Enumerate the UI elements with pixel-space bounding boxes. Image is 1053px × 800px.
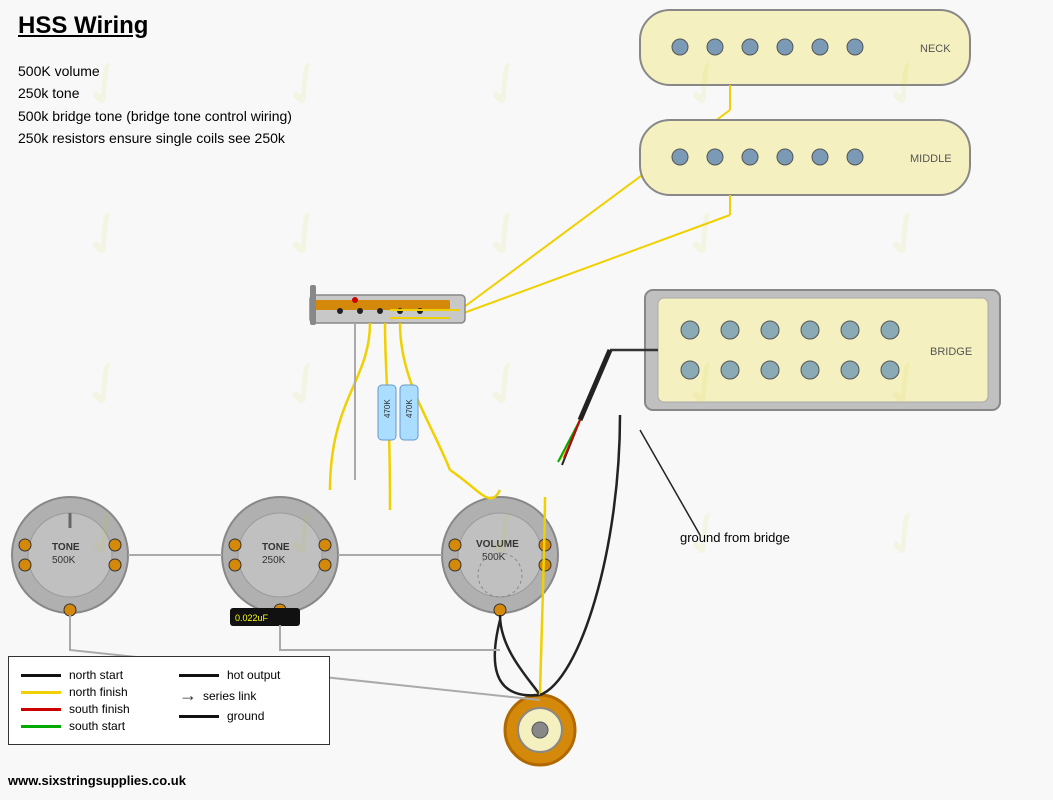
info-text: 500K volume 250k tone 500k bridge tone (… xyxy=(18,60,292,150)
info-line2: 250k tone xyxy=(18,82,292,104)
info-line1: 500K volume xyxy=(18,60,292,82)
north-start-line xyxy=(21,674,61,677)
page-title: HSS Wiring xyxy=(18,12,148,40)
legend-left: north start north finish south finish so… xyxy=(21,665,159,736)
ground-bridge-label: ground from bridge xyxy=(680,530,790,545)
info-line4: 250k resistors ensure single coils see 2… xyxy=(18,127,292,149)
svg-text:0.022uF: 0.022uF xyxy=(235,613,269,623)
north-start-label: north start xyxy=(69,668,159,682)
svg-text:TONE: TONE xyxy=(52,542,80,553)
legend-hot-output: hot output xyxy=(179,668,317,682)
svg-text:470K: 470K xyxy=(405,399,414,418)
legend-north-finish: north finish xyxy=(21,685,159,699)
north-finish-line xyxy=(21,691,61,694)
south-finish-label: south finish xyxy=(69,702,159,716)
legend: north start north finish south finish so… xyxy=(8,656,330,745)
legend-ground: ground xyxy=(179,709,317,723)
svg-text:VOLUME: VOLUME xyxy=(476,539,519,550)
svg-text:TONE: TONE xyxy=(262,542,290,553)
south-start-label: south start xyxy=(69,719,159,733)
legend-series-link: → series link xyxy=(179,685,317,706)
hot-output-label: hot output xyxy=(227,668,317,682)
south-start-line xyxy=(21,725,61,728)
svg-text:500K: 500K xyxy=(52,555,76,566)
svg-text:250K: 250K xyxy=(262,555,286,566)
legend-north-start: north start xyxy=(21,668,159,682)
south-finish-line xyxy=(21,708,61,711)
neck-label: NECK xyxy=(920,43,951,55)
info-line3: 500k bridge tone (bridge tone control wi… xyxy=(18,105,292,127)
legend-south-start: south start xyxy=(21,719,159,733)
legend-south-finish: south finish xyxy=(21,702,159,716)
svg-text:470K: 470K xyxy=(383,399,392,418)
bridge-label: BRIDGE xyxy=(930,346,972,358)
ground-label-text: ground xyxy=(227,709,317,723)
hot-output-line xyxy=(179,674,219,677)
ground-line xyxy=(179,715,219,718)
middle-label: MIDDLE xyxy=(910,153,952,165)
legend-right: hot output → series link ground xyxy=(179,665,317,736)
north-finish-label: north finish xyxy=(69,685,159,699)
series-link-arrow: → xyxy=(179,685,197,706)
website-url: www.sixstringsupplies.co.uk xyxy=(8,773,186,788)
series-link-label: series link xyxy=(203,689,293,703)
